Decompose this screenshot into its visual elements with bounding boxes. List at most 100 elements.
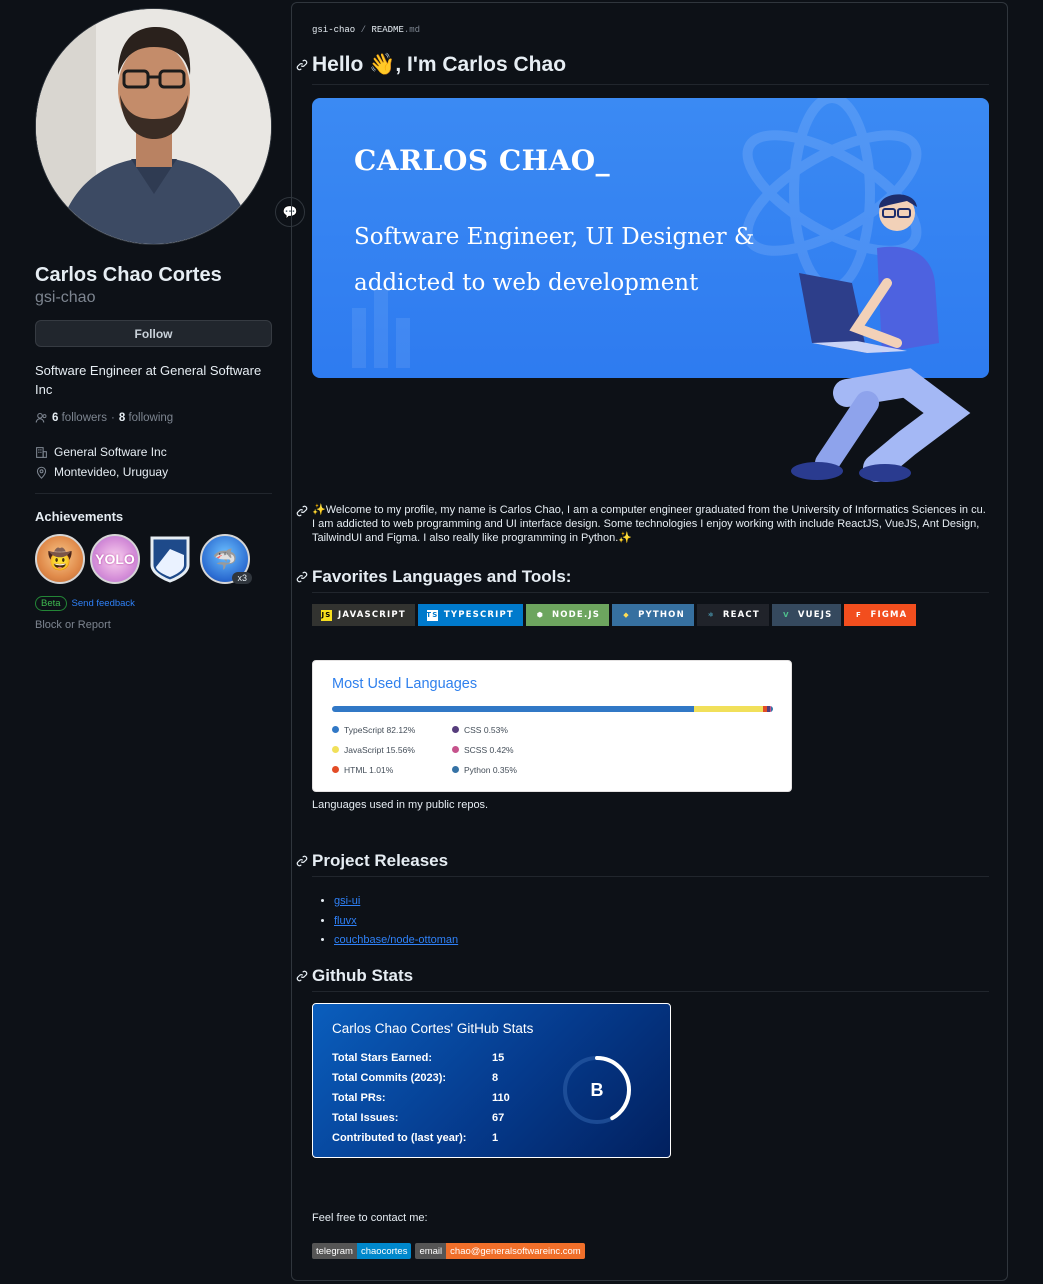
avatar-photo bbox=[36, 9, 271, 244]
language-legend-item: CSS 0.53% bbox=[452, 724, 572, 735]
tool-logo-icon: F bbox=[855, 611, 862, 619]
followers-label: followers bbox=[61, 412, 107, 424]
language-color-dot bbox=[452, 726, 459, 733]
email-badge[interactable]: email chao@generalsoftwareinc.com bbox=[415, 1243, 585, 1259]
people-icon bbox=[35, 412, 47, 423]
tool-logo-icon: JS bbox=[321, 609, 332, 621]
stats-heading-text: Github Stats bbox=[312, 966, 414, 985]
yolo-badge[interactable]: YOLO bbox=[90, 534, 140, 584]
email-badge-label: email bbox=[415, 1243, 447, 1259]
language-color-dot bbox=[332, 746, 339, 753]
achievements-title: Achievements bbox=[35, 509, 124, 524]
language-legend-item: Python 0.35% bbox=[452, 764, 572, 775]
location-icon bbox=[36, 466, 47, 479]
crumb-file[interactable]: README bbox=[371, 25, 403, 35]
profile-sidebar: 💬 Carlos Chao Cortes gsi-chao Follow Sof… bbox=[35, 8, 305, 631]
tool-badge-javascript: JS JAVASCRIPT bbox=[312, 604, 415, 626]
anchor-link-icon[interactable] bbox=[296, 505, 308, 517]
language-legend-item: TypeScript 82.12% bbox=[332, 724, 452, 735]
beta-row: Beta Send feedback bbox=[35, 596, 272, 611]
anchor-link-icon[interactable] bbox=[296, 59, 308, 71]
shark-badge[interactable]: 🦈 x3 bbox=[200, 534, 252, 584]
stat-row: Contributed to (last year): 1 bbox=[332, 1128, 510, 1148]
stats-card-title: Carlos Chao Cortes' GitHub Stats bbox=[332, 1021, 534, 1036]
languages-card-title: Most Used Languages bbox=[332, 676, 478, 692]
tool-badge-figma: F FIGMA bbox=[844, 604, 917, 626]
avatar[interactable] bbox=[35, 8, 272, 245]
welcome-paragraph: ✨Welcome to my profile, my name is Carlo… bbox=[296, 503, 989, 545]
banner-image: CARLOS CHAO_ Software Engineer, UI Desig… bbox=[312, 98, 989, 482]
banner-subtitle: Software Engineer, UI Designer & addicte… bbox=[354, 224, 755, 296]
language-bar-segment bbox=[332, 706, 695, 712]
tool-logo-icon: ⬢ bbox=[536, 611, 545, 619]
followers-count: 6 bbox=[52, 412, 59, 424]
anchor-link-icon[interactable] bbox=[296, 571, 308, 583]
followers-link[interactable]: 6 followers bbox=[52, 412, 107, 424]
languages-legend: TypeScript 82.12% CSS 0.53% JavaScript 15.… bbox=[332, 724, 592, 775]
vcard-details: General Software Inc Montevideo, Uruguay bbox=[35, 442, 272, 482]
stat-label: Contributed to (last year): bbox=[332, 1132, 467, 1144]
stat-value: 67 bbox=[492, 1112, 505, 1124]
stats-heading: Github Stats bbox=[296, 964, 414, 988]
crumb-user[interactable]: gsi-chao bbox=[312, 25, 355, 35]
stat-value: 8 bbox=[492, 1072, 499, 1084]
language-legend-label: TypeScript 82.12% bbox=[344, 724, 416, 735]
block-or-report-link[interactable]: Block or Report bbox=[35, 619, 272, 631]
stat-label: Total Stars Earned: bbox=[332, 1052, 433, 1064]
stat-value: 15 bbox=[492, 1052, 505, 1064]
releases-list: gsi-ui fluvx couchbase/node-ottoman bbox=[334, 892, 458, 951]
contact-text: Feel free to contact me: bbox=[312, 1212, 428, 1224]
readme-heading: Hello 👋, I'm Carlos Chao bbox=[296, 51, 566, 79]
stat-label: Total PRs: bbox=[332, 1092, 386, 1104]
tools-divider bbox=[312, 592, 989, 593]
pull-shark-badge[interactable]: 🤠 bbox=[35, 534, 85, 584]
tool-badge-nodejs: ⬢ NODE.JS bbox=[525, 604, 610, 626]
release-link-node-ottoman[interactable]: couchbase/node-ottoman bbox=[334, 931, 458, 951]
welcome-text: ✨Welcome to my profile, my name is Carlo… bbox=[312, 504, 986, 544]
banner-title: CARLOS CHAO_ bbox=[354, 144, 611, 177]
company-row: General Software Inc bbox=[35, 442, 272, 462]
tool-badge-typescript: TS TYPESCRIPT bbox=[417, 604, 523, 626]
tools-heading-text: Favorites Languages and Tools: bbox=[312, 567, 572, 586]
rank-letter: B bbox=[590, 1079, 604, 1100]
stat-label: Total Issues: bbox=[332, 1112, 399, 1124]
profile-bio: Software Engineer at General Software In… bbox=[35, 363, 262, 397]
email-badge-value: chao@generalsoftwareinc.com bbox=[446, 1243, 585, 1259]
send-feedback-link[interactable]: Send feedback bbox=[72, 598, 135, 609]
release-link-gsi-ui[interactable]: gsi-ui bbox=[334, 892, 458, 912]
tool-badge-react: ⚛ REACT bbox=[696, 604, 769, 626]
language-bar-segment bbox=[694, 706, 763, 712]
stat-row: Total Issues: 67 bbox=[332, 1108, 510, 1128]
tool-badge-label: JAVASCRIPT bbox=[338, 610, 406, 620]
releases-divider bbox=[312, 876, 989, 877]
anchor-link-icon[interactable] bbox=[296, 970, 308, 982]
readme-breadcrumb: gsi-chao / README.md bbox=[312, 25, 420, 35]
language-color-dot bbox=[332, 726, 339, 733]
profile-full-name: Carlos Chao Cortes bbox=[35, 264, 222, 286]
heading-divider bbox=[312, 84, 989, 85]
language-legend-item: HTML 1.01% bbox=[332, 764, 452, 775]
telegram-badge[interactable]: telegram chaocortes bbox=[312, 1243, 412, 1259]
organization-icon bbox=[36, 446, 47, 458]
anchor-link-icon[interactable] bbox=[296, 855, 308, 867]
following-link[interactable]: 8 following bbox=[119, 412, 173, 424]
releases-heading: Project Releases bbox=[296, 849, 449, 873]
release-link-fluvx[interactable]: fluvx bbox=[334, 912, 458, 932]
profile-login: gsi-chao bbox=[35, 289, 96, 306]
follow-button[interactable]: Follow bbox=[35, 320, 272, 347]
language-legend-label: SCSS 0.42% bbox=[464, 744, 514, 755]
crumb-extension: .md bbox=[403, 25, 421, 35]
tool-logo-icon: TS bbox=[426, 609, 439, 621]
developer-illustration bbox=[791, 194, 971, 482]
tool-logo-icon: V bbox=[783, 611, 790, 619]
tool-badge-label: NODE.JS bbox=[551, 610, 601, 620]
language-color-dot bbox=[452, 766, 459, 773]
language-legend-item: JavaScript 15.56% bbox=[332, 744, 452, 755]
arctic-code-vault-badge[interactable] bbox=[145, 534, 195, 584]
stat-label: Total Commits (2023): bbox=[332, 1072, 447, 1084]
location-row: Montevideo, Uruguay bbox=[35, 462, 272, 482]
releases-heading-text: Project Releases bbox=[312, 851, 449, 870]
tool-badges: JS JAVASCRIPT TS TYPESCRIPT ⬢ NODE.JS ◆ PYTHON ⚛… bbox=[312, 604, 917, 626]
github-stats-card: Carlos Chao Cortes' GitHub Stats Total S… bbox=[312, 1003, 671, 1158]
readme-panel: gsi-chao / README.md Hello 👋, I'm Carlos… bbox=[291, 2, 1008, 1281]
